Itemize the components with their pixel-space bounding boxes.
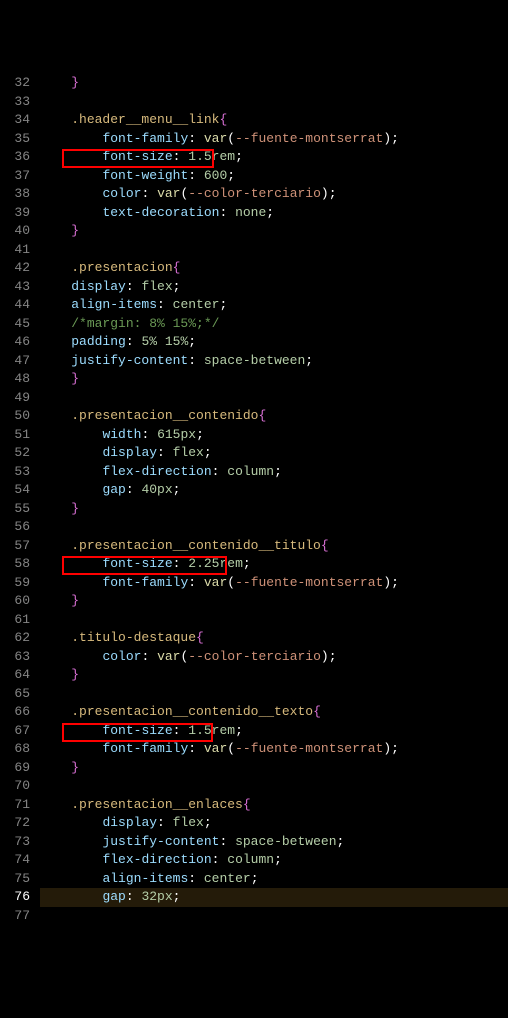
line-number: 58 — [0, 555, 30, 574]
code-line[interactable] — [40, 389, 508, 408]
line-number: 37 — [0, 167, 30, 186]
line-number: 63 — [0, 648, 30, 667]
line-number: 49 — [0, 389, 30, 408]
line-number: 68 — [0, 740, 30, 759]
line-number: 56 — [0, 518, 30, 537]
line-number: 33 — [0, 93, 30, 112]
code-line[interactable] — [40, 611, 508, 630]
line-number: 60 — [0, 592, 30, 611]
code-line[interactable]: .header__menu__link{ — [40, 111, 508, 130]
code-editor[interactable]: 3233343536373839404142434445464748495051… — [0, 74, 508, 925]
line-number: 40 — [0, 222, 30, 241]
code-line[interactable]: color: var(--color-terciario); — [40, 185, 508, 204]
code-line[interactable]: color: var(--color-terciario); — [40, 648, 508, 667]
line-number: 38 — [0, 185, 30, 204]
line-number: 71 — [0, 796, 30, 815]
code-line[interactable] — [40, 777, 508, 796]
code-line[interactable] — [40, 93, 508, 112]
code-line[interactable]: .titulo-destaque{ — [40, 629, 508, 648]
code-line[interactable]: } — [40, 500, 508, 519]
code-content[interactable]: } .header__menu__link{ font-family: var(… — [40, 74, 508, 925]
code-line[interactable] — [40, 907, 508, 926]
line-number: 72 — [0, 814, 30, 833]
code-line[interactable]: font-size: 1.5rem; — [40, 722, 508, 741]
line-number: 55 — [0, 500, 30, 519]
line-number: 62 — [0, 629, 30, 648]
code-line[interactable]: gap: 32px; — [40, 888, 508, 907]
code-line[interactable]: .presentacion__contenido__texto{ — [40, 703, 508, 722]
code-line[interactable]: padding: 5% 15%; — [40, 333, 508, 352]
code-line[interactable]: justify-content: space-between; — [40, 352, 508, 371]
code-line[interactable]: .presentacion__enlaces{ — [40, 796, 508, 815]
code-line[interactable]: } — [40, 592, 508, 611]
line-number: 46 — [0, 333, 30, 352]
line-number: 35 — [0, 130, 30, 149]
line-number: 41 — [0, 241, 30, 260]
code-line[interactable]: } — [40, 666, 508, 685]
code-line[interactable]: font-family: var(--fuente-montserrat); — [40, 574, 508, 593]
line-number: 44 — [0, 296, 30, 315]
code-line[interactable]: font-weight: 600; — [40, 167, 508, 186]
code-line[interactable]: display: flex; — [40, 278, 508, 297]
line-number: 73 — [0, 833, 30, 852]
code-line[interactable]: } — [40, 370, 508, 389]
line-number: 76 — [0, 888, 30, 907]
code-line[interactable]: font-family: var(--fuente-montserrat); — [40, 740, 508, 759]
line-number: 54 — [0, 481, 30, 500]
line-number: 75 — [0, 870, 30, 889]
line-number: 65 — [0, 685, 30, 704]
line-number: 66 — [0, 703, 30, 722]
line-number: 53 — [0, 463, 30, 482]
line-number: 70 — [0, 777, 30, 796]
code-line[interactable]: align-items: center; — [40, 870, 508, 889]
code-line[interactable] — [40, 685, 508, 704]
code-line[interactable] — [40, 518, 508, 537]
line-number: 51 — [0, 426, 30, 445]
line-number: 64 — [0, 666, 30, 685]
line-number: 32 — [0, 74, 30, 93]
code-line[interactable]: /*margin: 8% 15%;*/ — [40, 315, 508, 334]
line-number: 69 — [0, 759, 30, 778]
line-number: 59 — [0, 574, 30, 593]
line-number: 34 — [0, 111, 30, 130]
code-line[interactable] — [40, 241, 508, 260]
code-line[interactable]: .presentacion__contenido{ — [40, 407, 508, 426]
line-number: 42 — [0, 259, 30, 278]
code-line[interactable]: .presentacion__contenido__titulo{ — [40, 537, 508, 556]
line-number: 67 — [0, 722, 30, 741]
code-line[interactable]: align-items: center; — [40, 296, 508, 315]
code-line[interactable]: text-decoration: none; — [40, 204, 508, 223]
code-line[interactable]: display: flex; — [40, 444, 508, 463]
line-number: 74 — [0, 851, 30, 870]
code-line[interactable]: display: flex; — [40, 814, 508, 833]
code-line[interactable]: width: 615px; — [40, 426, 508, 445]
code-line[interactable]: justify-content: space-between; — [40, 833, 508, 852]
line-number-gutter: 3233343536373839404142434445464748495051… — [0, 74, 40, 925]
line-number: 52 — [0, 444, 30, 463]
line-number: 57 — [0, 537, 30, 556]
code-line[interactable]: } — [40, 222, 508, 241]
line-number: 43 — [0, 278, 30, 297]
code-line[interactable]: .presentacion{ — [40, 259, 508, 278]
code-line[interactable]: font-size: 1.5rem; — [40, 148, 508, 167]
line-number: 50 — [0, 407, 30, 426]
line-number: 47 — [0, 352, 30, 371]
code-line[interactable]: font-family: var(--fuente-montserrat); — [40, 130, 508, 149]
line-number: 77 — [0, 907, 30, 926]
code-line[interactable]: gap: 40px; — [40, 481, 508, 500]
line-number: 39 — [0, 204, 30, 223]
code-line[interactable]: flex-direction: column; — [40, 851, 508, 870]
code-line[interactable]: flex-direction: column; — [40, 463, 508, 482]
line-number: 61 — [0, 611, 30, 630]
code-line[interactable]: font-size: 2.25rem; — [40, 555, 508, 574]
code-line[interactable]: } — [40, 759, 508, 778]
line-number: 36 — [0, 148, 30, 167]
line-number: 45 — [0, 315, 30, 334]
line-number: 48 — [0, 370, 30, 389]
code-line[interactable]: } — [40, 74, 508, 93]
